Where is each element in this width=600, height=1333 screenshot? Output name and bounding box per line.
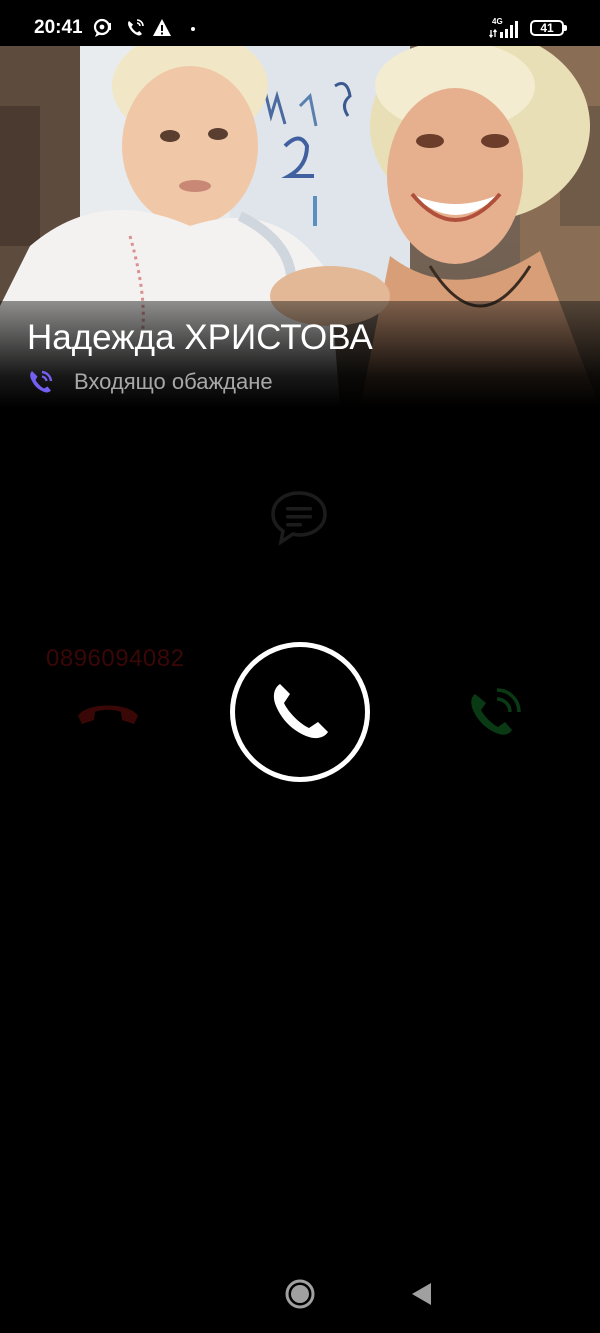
status-bar: 20:41 4G 41	[0, 0, 600, 46]
signal-icon	[488, 20, 521, 43]
phone-ring-icon	[471, 688, 521, 735]
caller-number: 0896094082	[46, 645, 185, 672]
caller-name: Надежда ХРИСТОВА	[27, 318, 373, 357]
call-status-text: Входящо обаждане	[74, 369, 273, 394]
accept-alt-button[interactable]	[465, 682, 527, 744]
call-status-row: Входящо обаждане	[26, 367, 273, 397]
back-button[interactable]	[409, 1281, 433, 1307]
back-icon	[412, 1283, 431, 1305]
home-button[interactable]	[285, 1279, 315, 1309]
home-icon	[285, 1279, 315, 1309]
decline-button[interactable]	[74, 688, 142, 738]
answer-call-icon	[273, 684, 328, 739]
chat-bubble-icon	[93, 18, 113, 43]
wifi-call-icon	[125, 18, 145, 43]
decline-call-icon	[78, 705, 138, 724]
notification-dot-icon	[191, 27, 195, 31]
status-time: 20:41	[34, 17, 83, 38]
warning-icon	[152, 18, 172, 42]
message-icon	[271, 491, 327, 546]
viber-call-icon	[26, 367, 56, 397]
battery-level: 41	[540, 21, 554, 35]
answer-button[interactable]	[230, 642, 370, 782]
message-button[interactable]	[268, 488, 330, 548]
battery-icon: 41	[530, 20, 567, 36]
